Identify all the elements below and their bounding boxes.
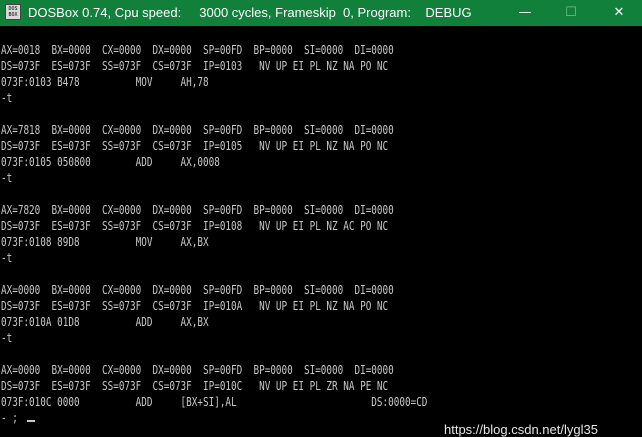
window-title: DOSBox 0.74, Cpu speed: 3000 cycles, Fra…	[28, 5, 472, 20]
console-line: - ;	[1, 410, 18, 425]
console-line: DS=073F ES=073F SS=073F CS=073F IP=010C …	[1, 378, 389, 393]
console-line: -t	[1, 170, 13, 185]
console-line: AX=7818 BX=0000 CX=0000 DX=0000 SP=00FD …	[1, 122, 394, 137]
console-line: 073F:0103 B478 MOV AH,78	[1, 74, 209, 89]
console-line: -t	[1, 330, 13, 345]
console-line: -t	[1, 250, 13, 265]
debug-console[interactable]: AX=0018 BX=0000 CX=0000 DX=0000 SP=00FD …	[0, 26, 642, 437]
console-line: 073F:010C 0000 ADD [BX+SI],AL DS:0000=CD	[1, 394, 428, 409]
console-line: DS=073F ES=073F SS=073F CS=073F IP=010A …	[1, 298, 389, 313]
console-line: AX=7820 BX=0000 CX=0000 DX=0000 SP=00FD …	[1, 202, 394, 217]
console-line: 073F:0105 050800 ADD AX,0008	[1, 154, 220, 169]
console-line: 073F:0108 89D8 MOV AX,BX	[1, 234, 209, 249]
title-bar[interactable]: DOS BOX DOSBox 0.74, Cpu speed: 3000 cyc…	[0, 0, 642, 26]
maximize-button[interactable]: ☐	[548, 0, 594, 26]
console-line: DS=073F ES=073F SS=073F CS=073F IP=0105 …	[1, 138, 389, 153]
minimize-button[interactable]: —	[502, 0, 548, 26]
console-line: DS=073F ES=073F SS=073F CS=073F IP=0103 …	[1, 58, 389, 73]
close-button[interactable]: ✕	[596, 0, 642, 26]
dosbox-app-icon[interactable]: DOS BOX	[5, 4, 21, 20]
console-line: AX=0018 BX=0000 CX=0000 DX=0000 SP=00FD …	[1, 42, 394, 57]
console-line: AX=0000 BX=0000 CX=0000 DX=0000 SP=00FD …	[1, 362, 394, 377]
console-line: -t	[1, 90, 13, 105]
console-line: DS=073F ES=073F SS=073F CS=073F IP=0108 …	[1, 218, 389, 233]
console-line: AX=0000 BX=0000 CX=0000 DX=0000 SP=00FD …	[1, 282, 394, 297]
source-watermark: https://blog.csdn.net/lygl35	[444, 422, 598, 437]
dosbox-window: DOS BOX DOSBox 0.74, Cpu speed: 3000 cyc…	[0, 0, 642, 437]
text-cursor	[27, 420, 35, 422]
console-line: 073F:010A 01D8 ADD AX,BX	[1, 314, 209, 329]
